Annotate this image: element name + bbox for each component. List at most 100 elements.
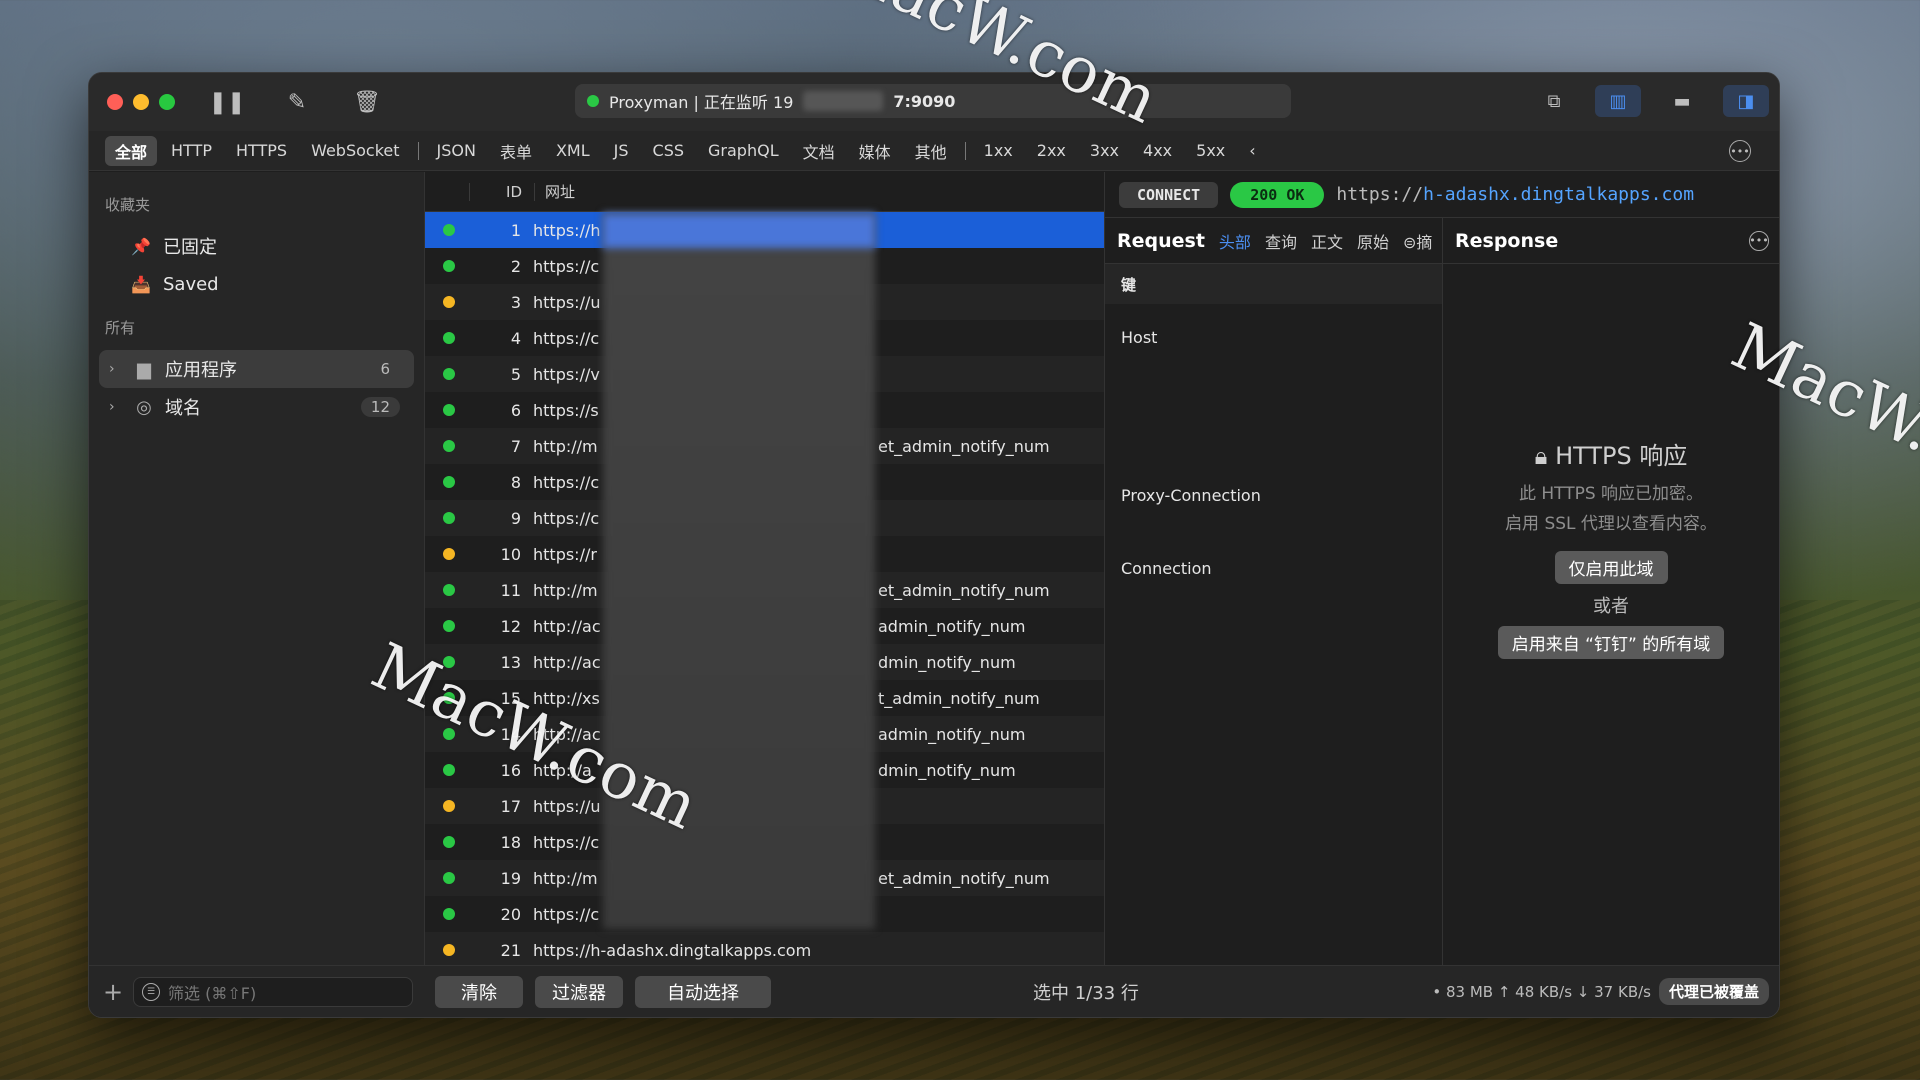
sidebar-item-pinned[interactable]: 📌 已固定 xyxy=(99,227,414,265)
row-url: https://h xyxy=(533,220,601,240)
tray-icon: 📥 xyxy=(131,274,151,294)
row-url: http://xs xyxy=(533,688,600,708)
status-dot-icon xyxy=(443,584,455,596)
layout-toggles: ⧉ ▥ ▬ ◨ xyxy=(1531,85,1769,117)
filter-css[interactable]: CSS xyxy=(643,138,694,163)
chevron-right-icon[interactable]: › xyxy=(109,361,123,377)
enable-all-domains-button[interactable]: 启用来自 “钉钉” 的所有域 xyxy=(1497,626,1725,659)
status-dot-icon xyxy=(443,836,455,848)
window-stack-icon[interactable]: ⧉ xyxy=(1531,85,1577,117)
status-text-suffix: 7:9090 xyxy=(893,91,956,111)
enable-domain-button[interactable]: 仅启用此域 xyxy=(1554,551,1668,584)
tab-body[interactable]: 正文 xyxy=(1311,229,1343,253)
add-icon[interactable]: + xyxy=(93,978,133,1006)
row-id: 20 xyxy=(500,904,521,924)
titlebar: ❚❚ ✎ 🗑 Proxyman | 正在监听 19 7:9090 ⧉ ▥ ▬ ◨ xyxy=(89,73,1779,131)
left-sidebar-toggle-icon[interactable]: ▥ xyxy=(1595,85,1641,117)
header-key-connection: Connection xyxy=(1121,559,1212,578)
row-id: 17 xyxy=(500,796,521,816)
filter-1xx[interactable]: 1xx xyxy=(974,138,1023,163)
url-host: h-adashx.dingtalkapps.com xyxy=(1423,184,1695,205)
column-id[interactable]: ID xyxy=(469,182,535,201)
filter-graphql[interactable]: GraphQL xyxy=(698,138,789,163)
status-badge: 200 OK xyxy=(1230,181,1325,208)
filter-https[interactable]: HTTPS xyxy=(226,138,297,163)
pause-icon[interactable]: ❚❚ xyxy=(209,84,246,120)
filter-media[interactable]: 媒体 xyxy=(849,136,901,166)
auto-select-button[interactable]: 自动选择 xyxy=(635,975,771,1008)
sidebar-group-apps[interactable]: › ▆ 应用程序 6 xyxy=(99,350,414,388)
minimize-window-button[interactable] xyxy=(133,94,149,110)
or-label: 或者 xyxy=(1593,596,1629,617)
filter-http[interactable]: HTTP xyxy=(161,138,222,163)
request-title: Request xyxy=(1117,229,1205,252)
header-key-proxy-connection: Proxy-Connection xyxy=(1121,486,1261,505)
tab-query[interactable]: 查询 xyxy=(1265,229,1297,253)
sidebar-item-saved[interactable]: 📥 Saved xyxy=(99,265,414,303)
sidebar-group-domains[interactable]: › ◎ 域名 12 xyxy=(99,388,414,426)
table-row[interactable]: 21 https://h-adashx.dingtalkapps.com xyxy=(425,932,1104,965)
row-url: https://s xyxy=(533,400,599,420)
filter-form[interactable]: 表单 xyxy=(490,136,542,166)
bottom-panel-toggle-icon[interactable]: ▬ xyxy=(1659,85,1705,117)
row-id: 6 xyxy=(510,400,521,420)
response-options-icon[interactable]: ••• xyxy=(1749,230,1769,251)
filter-websocket[interactable]: WebSocket xyxy=(301,138,409,163)
row-url-tail: t_admin_notify_num xyxy=(878,688,1040,708)
more-options-icon[interactable]: ••• xyxy=(1729,140,1751,162)
filter-all[interactable]: 全部 xyxy=(105,135,158,166)
status-dot-icon xyxy=(443,260,455,272)
clear-button[interactable]: 清除 xyxy=(435,975,523,1008)
tab-summary[interactable]: ⊜摘 xyxy=(1403,229,1432,253)
column-url[interactable]: 网址 xyxy=(535,181,575,202)
close-window-button[interactable] xyxy=(107,94,123,110)
traffic-lights xyxy=(107,94,175,110)
request-panel: Request 头部 查询 正文 原始 ⊜摘 键 Host Proxy-Conn… xyxy=(1105,218,1443,965)
status-dot-icon xyxy=(443,656,455,668)
redacted-region xyxy=(603,212,875,929)
filter-bar: 全部 HTTP HTTPS WebSocket JSON 表单 XML JS C… xyxy=(89,131,1779,171)
right-panel-toggle-icon[interactable]: ◨ xyxy=(1723,85,1769,117)
filter-other[interactable]: 其他 xyxy=(905,136,957,166)
compose-icon[interactable]: ✎ xyxy=(279,84,315,120)
row-id: 9 xyxy=(510,508,521,528)
tab-headers[interactable]: 头部 xyxy=(1219,229,1251,253)
bottom-bar: + ☰ 筛选 (⌘⇧F) 清除 过滤器 自动选择 选中 1/33 行 • 83 … xyxy=(89,965,1779,1017)
request-list: ID 网址 1 https://h 2 https://c 3 https://u 4 htt… xyxy=(425,172,1105,965)
filter-5xx[interactable]: 5xx xyxy=(1186,138,1235,163)
filter-3xx[interactable]: 3xx xyxy=(1080,138,1129,163)
status-dot-icon xyxy=(443,548,455,560)
filter-xml[interactable]: XML xyxy=(546,138,600,163)
status-dot-icon xyxy=(443,440,455,452)
trash-icon[interactable]: 🗑 xyxy=(349,84,385,120)
request-url[interactable]: https://h-adashx.dingtalkapps.com xyxy=(1336,184,1694,205)
tab-raw[interactable]: 原始 xyxy=(1357,229,1389,253)
detail-pane: CONNECT 200 OK https://h-adashx.dingtalk… xyxy=(1105,172,1779,965)
filter-js[interactable]: JS xyxy=(604,138,639,163)
row-id: 5 xyxy=(510,364,521,384)
chevron-right-icon[interactable]: › xyxy=(109,399,123,415)
filter-document[interactable]: 文档 xyxy=(793,136,845,166)
status-dot-icon xyxy=(443,692,455,704)
status-dot-icon xyxy=(443,944,455,956)
proxy-override-badge[interactable]: 代理已被覆盖 xyxy=(1658,978,1769,1005)
row-id: 2 xyxy=(510,256,521,276)
filter-input[interactable]: ☰ 筛选 (⌘⇧F) xyxy=(133,976,413,1007)
zoom-window-button[interactable] xyxy=(159,94,175,110)
all-header: 所有 xyxy=(105,319,136,337)
filter-2xx[interactable]: 2xx xyxy=(1027,138,1076,163)
response-panel: Response ••• 🔒︎ HTTPS 响应 此 HTTPS 响应已加密。 … xyxy=(1443,218,1779,965)
filter-4xx[interactable]: 4xx xyxy=(1133,138,1182,163)
row-url: https://v xyxy=(533,364,600,384)
status-dot-icon xyxy=(443,332,455,344)
count-badge: 12 xyxy=(360,397,400,417)
pin-icon: 📌 xyxy=(131,236,151,256)
chevron-left-icon[interactable]: ‹ xyxy=(1239,138,1265,163)
status-dot-icon xyxy=(443,872,455,884)
filter-button[interactable]: 过滤器 xyxy=(535,975,623,1008)
row-url-tail: et_admin_notify_num xyxy=(878,868,1050,888)
tab-summary-label: 摘 xyxy=(1416,232,1433,252)
row-url: https://c xyxy=(533,508,600,528)
filter-json[interactable]: JSON xyxy=(427,138,486,163)
sidebar: 收藏夹 📌 已固定 📥 Saved 所有 › ▆ 应用程序 6 › ◎ 域名 1… xyxy=(89,172,425,965)
